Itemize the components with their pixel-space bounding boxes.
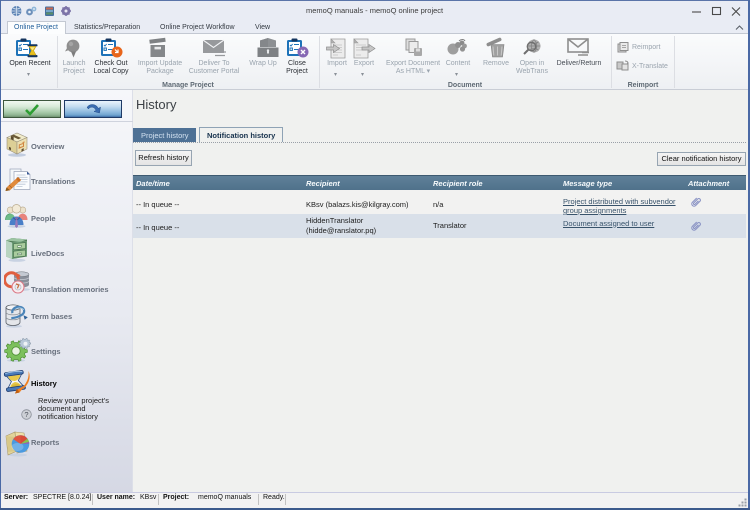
svg-text:?: ? [24, 410, 28, 419]
